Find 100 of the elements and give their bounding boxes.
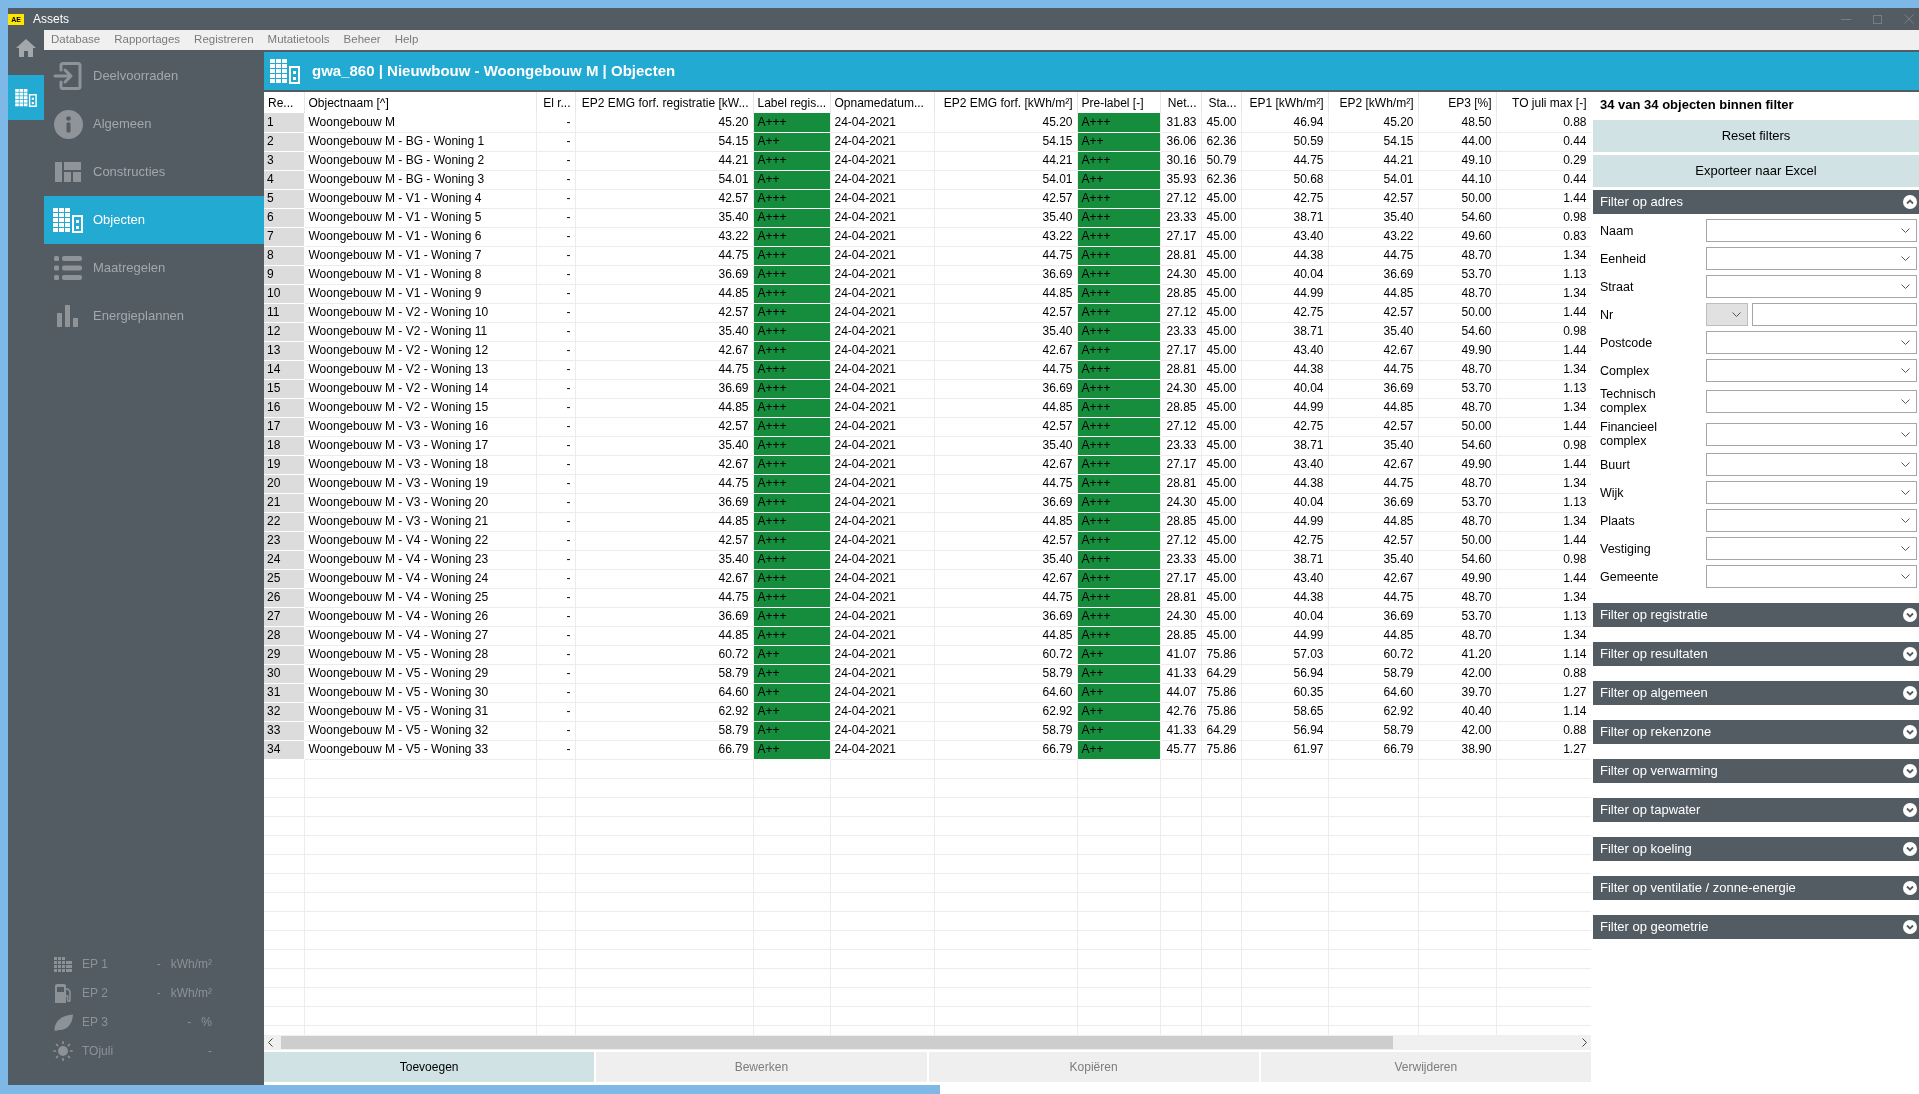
table-cell: 45.00 xyxy=(1201,607,1241,626)
table-cell: - xyxy=(536,170,575,189)
table-cell: 75.86 xyxy=(1201,702,1241,721)
column-header[interactable]: Sta... xyxy=(1201,92,1241,113)
table-cell: 36.69 xyxy=(1328,265,1418,284)
table-cell: 41.33 xyxy=(1160,664,1201,683)
expand-icon[interactable] xyxy=(1903,608,1917,622)
expand-icon[interactable] xyxy=(1903,647,1917,661)
table-cell: Woongebouw M - V1 - Woning 7 xyxy=(304,246,536,265)
filter-section-header[interactable]: Filter op tapwater xyxy=(1593,798,1919,822)
table-cell: 44.75 xyxy=(1328,246,1418,265)
column-header[interactable]: EP3 [%] xyxy=(1418,92,1496,113)
close-icon[interactable] xyxy=(1904,14,1914,24)
table-cell: 44.75 xyxy=(1328,588,1418,607)
table-cell: 58.79 xyxy=(1328,721,1418,740)
dropdown-field[interactable] xyxy=(1706,389,1917,413)
table-cell: Woongebouw M - BG - Woning 1 xyxy=(304,132,536,151)
table-cell: - xyxy=(536,436,575,455)
table-cell: 40.04 xyxy=(1241,493,1328,512)
expand-icon[interactable] xyxy=(1903,764,1917,778)
filter-button[interactable]: Exporteer naar Excel xyxy=(1593,155,1919,187)
scrollbar-thumb[interactable] xyxy=(281,1036,1393,1049)
table-cell: 36.69 xyxy=(575,607,753,626)
column-header[interactable]: EP2 EMG forf. registratie [kW... xyxy=(575,92,753,113)
maximize-icon[interactable] xyxy=(1873,14,1882,24)
menu-item[interactable]: Database xyxy=(44,31,108,49)
window-title: Assets xyxy=(33,11,69,28)
menu-item[interactable]: Rapportages xyxy=(107,31,188,49)
filter-section-header[interactable]: Filter op koeling xyxy=(1593,837,1919,861)
dropdown-field[interactable] xyxy=(1706,219,1917,242)
dropdown-field[interactable] xyxy=(1706,481,1917,504)
table-cell: 54.60 xyxy=(1418,436,1496,455)
dropdown-field[interactable] xyxy=(1706,303,1748,326)
table-cell: 24-04-2021 xyxy=(830,740,934,759)
column-header[interactable]: El r... xyxy=(536,92,575,113)
filter-button[interactable]: Reset filters xyxy=(1593,120,1919,152)
text-field[interactable] xyxy=(1752,303,1917,326)
table-cell: Woongebouw M - V4 - Woning 27 xyxy=(304,626,536,645)
expand-icon[interactable] xyxy=(1903,686,1917,700)
column-header[interactable]: Objectnaam [^] xyxy=(304,92,536,113)
filter-count: 34 van 34 objecten binnen filter xyxy=(1599,96,1795,114)
column-header[interactable]: Opnamedatum... xyxy=(830,92,934,113)
menu-item[interactable]: Registreren xyxy=(187,31,261,49)
menu-item[interactable]: Help xyxy=(387,31,426,49)
table-cell: - xyxy=(536,569,575,588)
table-cell: - xyxy=(536,265,575,284)
table-cell: 40.04 xyxy=(1241,265,1328,284)
chevron-down-icon xyxy=(1901,490,1910,495)
dropdown-field[interactable] xyxy=(1706,331,1917,354)
table-cell: 44.38 xyxy=(1241,360,1328,379)
stat-value: - xyxy=(208,1043,212,1060)
table-cell: 62.36 xyxy=(1201,132,1241,151)
filter-section-header[interactable]: Filter op registratie xyxy=(1593,603,1919,627)
minimize-icon[interactable] xyxy=(1841,18,1851,20)
expand-icon[interactable] xyxy=(1903,725,1917,739)
expand-icon[interactable] xyxy=(1903,881,1917,895)
table-cell: - xyxy=(536,455,575,474)
dropdown-field[interactable] xyxy=(1706,565,1917,588)
chevron-down-icon xyxy=(1901,518,1910,523)
chevron-down-icon xyxy=(1901,546,1910,551)
expand-icon[interactable] xyxy=(1903,803,1917,817)
menu-item[interactable]: Beheer xyxy=(336,31,388,49)
column-header[interactable]: EP2 EMG forf. [kWh/m²] xyxy=(934,92,1077,113)
column-header[interactable]: EP2 [kWh/m²] xyxy=(1328,92,1418,113)
table-cell: 58.79 xyxy=(934,664,1077,683)
action-button[interactable]: Toevoegen xyxy=(264,1052,595,1082)
filter-section-header[interactable]: Filter op adres xyxy=(1593,190,1919,214)
column-header[interactable]: EP1 [kWh/m²] xyxy=(1241,92,1328,113)
dropdown-field[interactable] xyxy=(1706,247,1917,270)
table-cell: 41.07 xyxy=(1160,645,1201,664)
filter-section-header[interactable]: Filter op rekenzone xyxy=(1593,720,1919,744)
table-cell: 44.85 xyxy=(1328,398,1418,417)
table-cell: 38.71 xyxy=(1241,550,1328,569)
dropdown-field[interactable] xyxy=(1706,359,1917,382)
dropdown-field[interactable] xyxy=(1706,453,1917,476)
expand-icon[interactable] xyxy=(1903,920,1917,934)
rail-button[interactable] xyxy=(8,75,44,120)
filter-section-header[interactable]: Filter op resultaten xyxy=(1593,642,1919,666)
filter-section-header[interactable]: Filter op ventilatie / zonne-energie xyxy=(1593,876,1919,900)
expand-icon[interactable] xyxy=(1903,842,1917,856)
scroll-right-icon[interactable] xyxy=(1582,1038,1587,1047)
dropdown-field[interactable] xyxy=(1706,537,1917,560)
filter-section-header[interactable]: Filter op algemeen xyxy=(1593,681,1919,705)
table-cell: 28.81 xyxy=(1160,246,1201,265)
table-cell: 44.85 xyxy=(934,626,1077,645)
collapse-icon[interactable] xyxy=(1903,195,1917,209)
scroll-left-icon[interactable] xyxy=(268,1038,273,1047)
dropdown-field[interactable] xyxy=(1706,275,1917,298)
horizontal-scrollbar[interactable] xyxy=(264,1035,1591,1050)
table-cell: 44.75 xyxy=(1241,151,1328,170)
dropdown-field[interactable] xyxy=(1706,509,1917,532)
table-cell: 66.79 xyxy=(575,740,753,759)
column-header[interactable]: Net... xyxy=(1160,92,1201,113)
table-cell: - xyxy=(536,322,575,341)
dropdown-field[interactable] xyxy=(1706,422,1917,446)
filter-section-header[interactable]: Filter op verwarming xyxy=(1593,759,1919,783)
table-cell: 42.67 xyxy=(575,455,753,474)
menu-item[interactable]: Mutatietools xyxy=(260,31,337,49)
table-cell: 43.40 xyxy=(1241,341,1328,360)
filter-section-header[interactable]: Filter op geometrie xyxy=(1593,915,1919,939)
